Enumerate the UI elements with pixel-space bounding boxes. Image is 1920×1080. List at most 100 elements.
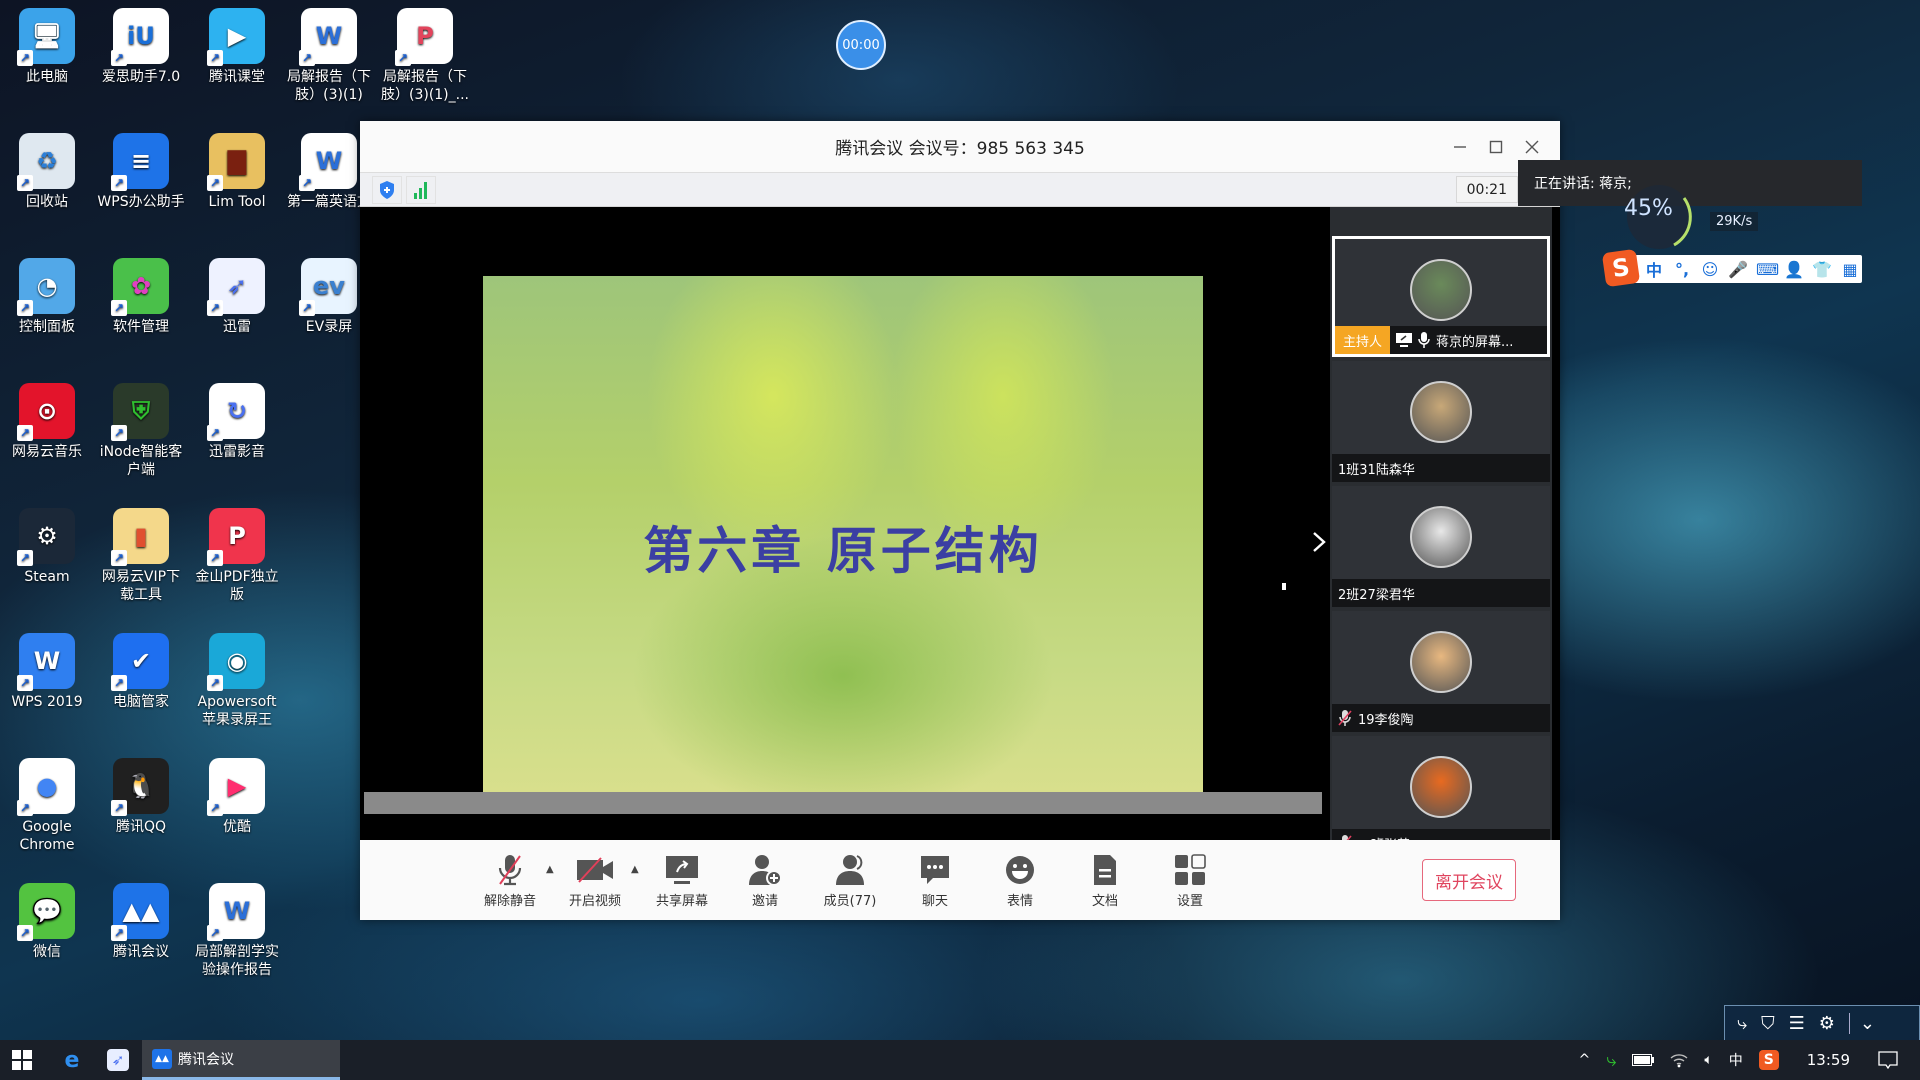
word-doc-icon: W ↗ [299,8,357,66]
desktop-icon[interactable]: ▶ ↗ 优酷 [192,758,282,836]
shortcut-arrow-icon: ↗ [17,925,33,941]
taskbar-tencent-meeting[interactable]: ▲▲ 腾讯会议 [142,1040,340,1080]
sogou-ime-bar[interactable]: S 中 °, ☺ 🎤 ⌨ 👤 👕 ▦ [1601,248,1862,288]
desktop-icon[interactable]: P ↗ 金山PDF独立版 [192,508,282,604]
network-share-icon[interactable]: ⤷ [1737,1013,1747,1034]
shortcut-arrow-icon: ↗ [299,175,315,191]
chevron-right-icon [1313,532,1326,552]
action-center-button[interactable] [1878,1051,1898,1069]
participant-tile[interactable]: 19李俊陶 [1332,611,1550,732]
toolbar-button-emoji[interactable]: 表情 [985,852,1055,909]
toolbar-button-label: 文档 [1091,894,1118,909]
toolbar-button-label: 表情 [1006,894,1033,909]
maximize-button[interactable] [1478,121,1514,173]
ime-tool-item[interactable]: °, [1672,260,1692,279]
ime-tool-item[interactable]: 👕 [1812,260,1832,279]
security-button[interactable] [372,175,402,204]
toolbar-button-invite-user[interactable]: 邀请 [730,852,800,909]
volume-icon[interactable]: 🔈︎ [1704,1052,1712,1068]
shared-screen-scrollbar[interactable] [364,792,1322,814]
leave-meeting-button[interactable]: 离开会议 [1422,859,1516,901]
desktop-icon[interactable]: ▇ ↗ Lim Tool [192,133,282,211]
desktop-icon[interactable]: ➶ ↗ 迅雷 [192,258,282,336]
battery-icon[interactable] [1632,1054,1655,1066]
desktop-icon[interactable]: 💬 ↗ 微信 [2,883,92,961]
floating-tool-panel[interactable]: ⤷ ⛉ ☰ ⚙ ⌄ [1724,1005,1920,1041]
toolbar-button-document[interactable]: 文档 [1070,852,1140,909]
wifi-icon[interactable] [1670,1052,1688,1068]
desktop-icon[interactable]: iU ↗ 爱思助手7.0 [96,8,186,86]
emoji-icon [985,852,1055,888]
show-hidden-icons-button[interactable]: ^ [1579,1052,1591,1068]
toolbar-button-share-screen[interactable]: 共享屏幕 [647,852,717,909]
gears-icon[interactable]: ⚙ [1819,1013,1835,1034]
desktop-icon[interactable]: ◔ ↗ 控制面板 [2,258,92,336]
menu-list-icon[interactable]: ☰ [1789,1013,1805,1034]
ime-tool-item[interactable]: 🎤 [1728,260,1748,279]
shared-screen[interactable]: 第六章 原子结构 [483,276,1203,792]
caret-up-icon[interactable]: ▲ [546,864,554,875]
toolbar-button-chat[interactable]: 聊天 [900,852,970,909]
toolbar-button-mic-muted[interactable]: 解除静音 [475,852,545,909]
caret-up-icon[interactable]: ▲ [631,864,639,875]
desktop-icon[interactable]: ✔ ↗ 电脑管家 [96,633,186,711]
ime-mode-indicator[interactable]: 中 [1729,1050,1743,1070]
desktop-icon[interactable]: ▶ ↗ 腾讯课堂 [192,8,282,86]
participant-tile[interactable]: 主持人 蒋京的屏幕... [1332,236,1550,357]
desktop-icon-label: 腾讯QQ [115,819,167,835]
desktop-icon[interactable]: W ↗ 局部解剖学实验操作报告 [192,883,282,979]
desktop-icon-label: 电脑管家 [113,694,169,710]
sogou-logo-icon[interactable]: S [1601,248,1641,288]
network-quality-button[interactable] [406,175,436,204]
thunder-taskbar-button[interactable]: ➶ [96,1040,140,1080]
thunder-icon: ➶ [107,1049,129,1071]
participant-tile[interactable]: 1班31陆森华 [1332,361,1550,482]
timer-bubble[interactable]: 00:00 [836,20,886,70]
desktop-icon[interactable]: 🐧 ↗ 腾讯QQ [96,758,186,836]
toolbar-button-settings-grid[interactable]: 设置 [1155,852,1225,909]
desktop-icon[interactable]: ⚙ ↗ Steam [2,508,92,586]
ime-tool-item[interactable]: ▦ [1840,260,1860,279]
edge-button[interactable]: e [50,1040,94,1080]
kingsoft-pdf-icon: P ↗ [207,508,265,566]
ime-tool-item[interactable]: 👤 [1784,260,1804,279]
desktop-icon[interactable]: ● ↗ Google Chrome [2,758,92,854]
collapse-chevron-icon[interactable]: ⌄ [1848,1012,1875,1034]
toolbar-button-camera-off[interactable]: 开启视频 [560,852,630,909]
participant-tile[interactable]: 2班27梁君华 [1332,486,1550,607]
participant-sidebar[interactable]: 主持人 蒋京的屏幕... 1班31陆森华 2班27梁君华 19李俊陶二班张英 [1330,207,1552,840]
start-button[interactable] [0,1040,44,1080]
desktop-icon[interactable]: ◉ ↗ Apowersoft苹果录屏王 [192,633,282,729]
desktop-icon[interactable]: ▮ ↗ 网易云VIP下载工具 [96,508,186,604]
clock[interactable]: 13:59 [1807,1051,1850,1069]
inode-tray-icon[interactable]: ⤷ [1606,1050,1616,1071]
desktop-icon[interactable]: W ↗ WPS 2019 [2,633,92,711]
desktop-icon-label: 腾讯会议 [113,944,169,960]
participant-tile[interactable]: 二班张英 [1332,736,1550,840]
desktop-icon[interactable]: 🖥 ↗ 此电脑 [2,8,92,86]
desktop-icon[interactable]: ⊙ ↗ 网易云音乐 [2,383,92,461]
ime-tool-item[interactable]: ☺ [1700,260,1720,279]
participant-name-bar: 19李俊陶 [1332,704,1550,732]
desktop-icon[interactable]: P ↗ 局解报告（下肢）(3)(1)_... [380,8,470,104]
sogou-tray-icon[interactable]: S [1758,1050,1779,1070]
minimize-button[interactable] [1442,121,1478,173]
ime-tool-item[interactable]: 中 [1644,257,1664,281]
signal-bars-icon [414,181,427,199]
title-bar[interactable]: 腾讯会议 会议号：985 563 345 [360,121,1560,173]
network-speed-widget[interactable]: 45% 29K/s [1614,185,1764,249]
shortcut-arrow-icon: ↗ [111,800,127,816]
desktop-icon[interactable]: ≡ ↗ WPS办公助手 [96,133,186,211]
desktop-icon[interactable]: ✿ ↗ 软件管理 [96,258,186,336]
toolbar-button-members[interactable]: 成员(77) [815,852,885,909]
desktop-icon[interactable]: ▲▲ ↗ 腾讯会议 [96,883,186,961]
desktop-icon[interactable]: ⛨ ↗ iNode智能客户端 [96,383,186,479]
desktop-icon[interactable]: ↻ ↗ 迅雷影音 [192,383,282,461]
taskbar: e ➶ ▲▲ 腾讯会议 ^ ⤷ 🔈︎ 中 S 13:59 [0,1040,1920,1080]
ime-tool-item[interactable]: ⌨ [1756,260,1779,279]
security-shield-icon[interactable]: ⛉ [1761,1013,1775,1034]
wechat-icon: 💬 ↗ [17,883,75,941]
meeting-toolbar: 离开会议 解除静音 ▲ 开启视频 ▲ 共享屏幕 邀请 成员(77) 聊天 表情 文档 设置 [360,840,1560,920]
desktop-icon[interactable]: W ↗ 局解报告（下肢）(3)(1) [284,8,374,104]
desktop-icon[interactable]: ♻ ↗ 回收站 [2,133,92,211]
